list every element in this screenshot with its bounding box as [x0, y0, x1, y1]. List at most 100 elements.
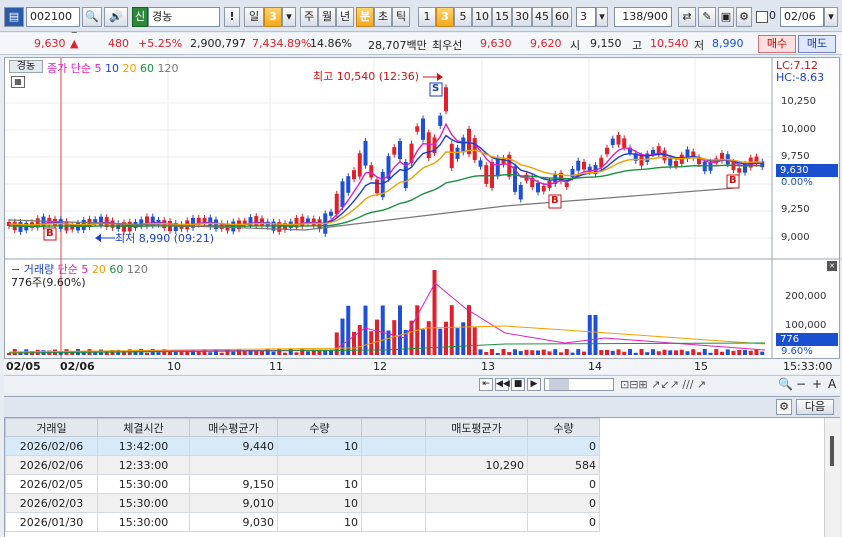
candle-body [334, 193, 339, 215]
drawing-tools-icons[interactable]: ⊡⊟⊞ ↗↙↗ ∕∕∕ ↗ [620, 378, 706, 391]
stop-icon[interactable]: ■ [511, 378, 525, 391]
stock-name-field[interactable]: 경농 [148, 7, 220, 27]
date-field[interactable]: 02/06 [780, 7, 824, 27]
save-icon[interactable]: ▣ [718, 7, 734, 27]
month-button[interactable]: 월 [318, 7, 336, 27]
moving-averages [8, 122, 763, 231]
lower-settings-gear-icon[interactable]: ⚙ [776, 399, 792, 415]
scroll-first-icon[interactable]: ⇤ [479, 378, 493, 391]
interval-10[interactable]: 10 [472, 7, 492, 27]
interval-1[interactable]: 1 [418, 7, 436, 27]
candle-body [536, 182, 540, 193]
table-scroll-thumb[interactable] [830, 436, 834, 466]
scroll-prev-icon[interactable]: ◀◀ [495, 378, 510, 391]
interval-select[interactable]: 3 [576, 7, 596, 27]
zoom-out-icon[interactable]: − [796, 377, 806, 391]
volume-bar [679, 349, 684, 355]
candle-body [254, 216, 259, 227]
stock-code-input[interactable]: 002100▾ [26, 7, 80, 41]
interval-3[interactable]: 3 [436, 7, 454, 27]
volume-bar [444, 321, 448, 355]
minute-button[interactable]: 분 [356, 7, 374, 27]
scroll-next-icon[interactable]: ▶ [527, 378, 541, 391]
trade-history-table: 거래일 체결시간 매수평균가 수량 매도평균가 수량 2026/02/06 13… [4, 418, 840, 537]
count-field[interactable]: 138/900 [614, 7, 672, 27]
table-row[interactable]: 2026/01/30 15:30:00 9,030 10 0 [5, 512, 600, 532]
stock-tag[interactable]: 경농 [9, 60, 43, 73]
interval-5[interactable]: 5 [454, 7, 472, 27]
font-size-icon[interactable]: A [828, 377, 836, 391]
interval-30[interactable]: 30 [512, 7, 532, 27]
turnover: 14.86% [310, 37, 352, 50]
year-button[interactable]: 년 [336, 7, 354, 27]
chart-tool-icon[interactable]: ⇄ [678, 7, 696, 27]
ma20-line [8, 149, 763, 226]
legend-price-label: 종가 단순 [47, 62, 91, 75]
volume-bar [559, 352, 563, 355]
volume-bar [306, 351, 310, 355]
count-total: /900 [643, 10, 668, 23]
interval-60[interactable]: 60 [552, 7, 572, 27]
table-grid-icon[interactable]: ▦ [11, 76, 25, 88]
date-checkbox[interactable] [756, 11, 768, 23]
legend-ma5: 5 [94, 62, 102, 75]
chart-panel[interactable]: 경농 ▦ 종가 단순 5 10 20 60 120 최고 10,540 (12:… [4, 57, 841, 373]
price-chart-svg[interactable] [5, 58, 841, 358]
next-button[interactable]: 다음 [796, 399, 834, 415]
table-row[interactable]: 2026/02/06 12:33:00 10,290 584 [5, 455, 600, 475]
candle-body [426, 132, 431, 159]
sell-button[interactable]: 매도 [798, 35, 836, 53]
interval-15[interactable]: 15 [492, 7, 512, 27]
menu-icon[interactable]: ▤ [4, 7, 24, 27]
volume-bar [484, 351, 489, 355]
col-header: 매도평균가 [425, 418, 528, 437]
candle-body [478, 160, 483, 167]
interval-45[interactable]: 45 [532, 7, 552, 27]
hc-label: HC:-8.63 [776, 71, 825, 84]
volume-bar [685, 351, 690, 355]
candle-body [582, 161, 586, 170]
buy-button[interactable]: 매수 [758, 35, 796, 53]
table-row[interactable]: 2026/02/03 15:30:00 9,010 10 0 [5, 493, 600, 513]
table-scrollbar[interactable] [824, 418, 840, 537]
period-dropdown-icon[interactable]: ▾ [282, 7, 296, 27]
exclaim-button[interactable]: ! [224, 7, 240, 27]
vol-ma120: 120 [126, 263, 148, 276]
volume-bar [656, 351, 661, 355]
speaker-icon[interactable]: 🔊 [104, 7, 128, 27]
cell-buy-qty [277, 455, 362, 475]
period-day-button[interactable]: 일 [244, 7, 264, 27]
date-label: 10 [167, 360, 181, 373]
candle-body [375, 179, 379, 194]
vol-sub-label: 776주(9.60%) [11, 276, 86, 289]
period-day-n[interactable]: 3 [264, 7, 282, 27]
tick-button[interactable]: 틱 [392, 7, 410, 27]
ma60-line [8, 164, 763, 228]
volume-bar [81, 352, 86, 355]
col-header: 거래일 [5, 418, 98, 437]
volume-bar [754, 349, 759, 355]
close-pane-icon[interactable]: ✕ [827, 261, 837, 271]
volume-bar [426, 321, 431, 355]
volume-bar [702, 349, 707, 355]
volume-bar [645, 352, 650, 355]
search-icon[interactable]: 🔍 [82, 7, 102, 27]
price-tick: 10,000 [781, 124, 816, 135]
candle-body [639, 155, 644, 166]
table-row[interactable]: 2026/02/06 13:42:00 9,440 10 0 [5, 436, 600, 456]
scroll-thumb[interactable] [549, 379, 569, 390]
zoom-in-icon[interactable]: + [812, 377, 822, 391]
table-row[interactable]: 2026/02/05 15:30:00 9,150 10 0 [5, 474, 600, 494]
date-dropdown-icon[interactable]: ▾ [824, 7, 838, 27]
scroll-track[interactable] [544, 378, 614, 391]
interval-select-arrow-icon[interactable]: ▾ [596, 7, 608, 27]
second-button[interactable]: 초 [374, 7, 392, 27]
settings-gear-icon[interactable]: ⚙ [736, 7, 752, 27]
volume-bar [294, 352, 299, 355]
zoom-search-icon[interactable]: 🔍 [778, 377, 793, 391]
chart-draw-icon[interactable]: ✎ [698, 7, 716, 27]
week-button[interactable]: 주 [300, 7, 318, 27]
buy-mark-label-1: B [46, 228, 54, 239]
candle-body [329, 211, 333, 216]
legend-ma60: 60 [139, 62, 154, 75]
